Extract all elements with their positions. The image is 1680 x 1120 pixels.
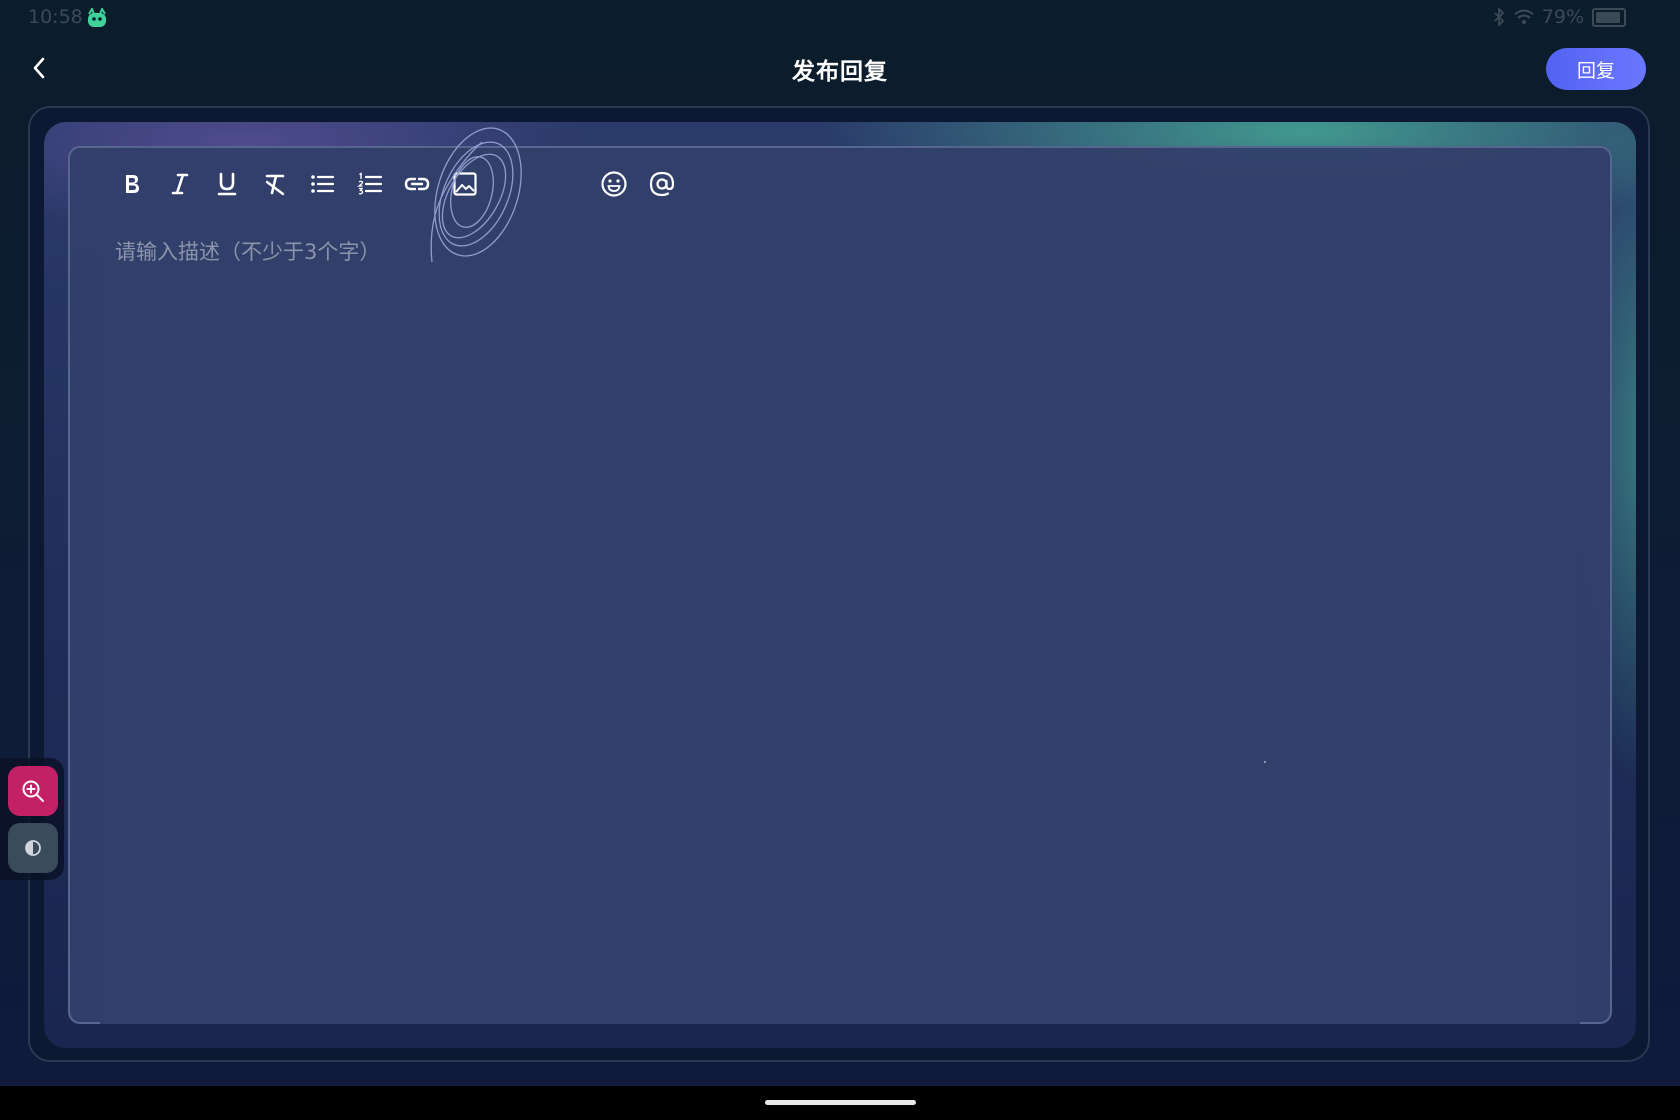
- rich-text-toolbar: [112, 164, 689, 204]
- reply-button[interactable]: 回复: [1546, 48, 1646, 90]
- at-icon: [649, 171, 674, 197]
- bold-icon: [126, 175, 139, 193]
- zoom-in-icon: [22, 780, 44, 802]
- clear-format-button[interactable]: [255, 164, 295, 204]
- clear-format-icon: [265, 174, 284, 196]
- bullet-list-icon: [311, 175, 335, 193]
- bold-button[interactable]: [112, 164, 152, 204]
- underline-button[interactable]: [207, 164, 247, 204]
- status-bar: 10:58 79%: [0, 0, 1680, 36]
- zoom-button[interactable]: [8, 766, 58, 816]
- battery-icon: [1592, 7, 1626, 27]
- bluetooth-icon: [1494, 8, 1505, 26]
- contrast-icon: [25, 840, 41, 856]
- image-button[interactable]: [445, 164, 485, 204]
- mention-button[interactable]: [642, 164, 682, 204]
- page-title: 发布回复: [792, 59, 888, 85]
- status-right: 79%: [1492, 6, 1626, 28]
- underline-icon: [217, 172, 237, 196]
- app-mascot-icon: [88, 8, 106, 27]
- italic-button[interactable]: [160, 164, 200, 204]
- emoji-icon: [601, 171, 627, 197]
- image-icon: [452, 172, 477, 196]
- link-button[interactable]: [397, 164, 437, 204]
- contrast-button[interactable]: [8, 823, 58, 873]
- battery-percent: 79%: [1541, 6, 1584, 28]
- editor-placeholder: 请输入描述（不少于3个字）: [115, 240, 381, 264]
- emoji-button[interactable]: [594, 164, 634, 204]
- bullet-list-button[interactable]: [302, 164, 342, 204]
- link-icon: [404, 177, 430, 191]
- italic-icon: [171, 173, 188, 195]
- status-time: 10:58: [28, 6, 83, 28]
- home-indicator[interactable]: [765, 1100, 916, 1105]
- ordered-list-icon: [356, 172, 382, 195]
- editor-text-area[interactable]: [100, 218, 1580, 1024]
- ordered-list-button[interactable]: [350, 164, 390, 204]
- wifi-icon: [1514, 9, 1534, 24]
- stray-dot: [1264, 761, 1266, 763]
